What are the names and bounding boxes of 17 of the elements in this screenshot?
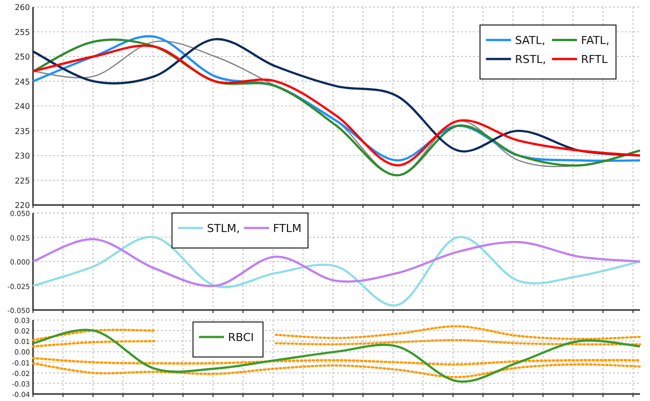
legend-label: RBCI xyxy=(228,331,254,344)
y-tick-label: 235 xyxy=(14,126,30,136)
legend-label: FATL, xyxy=(581,34,610,47)
legend-label: SATL, xyxy=(515,34,546,47)
legend-label: RFTL xyxy=(581,53,608,66)
legend-box xyxy=(192,322,264,358)
y-tick-label: 220 xyxy=(14,201,30,210)
y-tick-label: 225 xyxy=(14,176,30,186)
legend-label: RSTL, xyxy=(515,53,546,66)
y-tick-label: 250 xyxy=(14,52,30,62)
y-tick-label: 240 xyxy=(14,102,30,111)
y-tick-label: 255 xyxy=(14,28,30,37)
y-tick-label: 260 xyxy=(14,3,30,12)
legend-label: STLM, xyxy=(207,222,240,235)
legend-label: FTLM xyxy=(273,222,302,235)
y-tick-label: 230 xyxy=(14,152,30,160)
y-tick-label: 245 xyxy=(14,77,30,86)
